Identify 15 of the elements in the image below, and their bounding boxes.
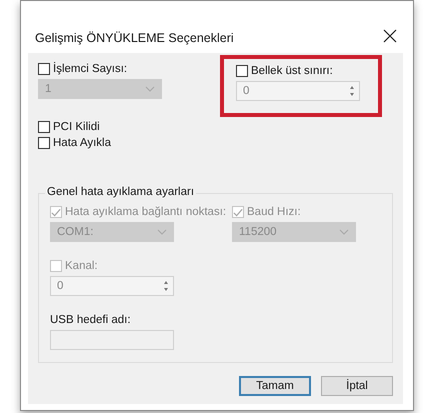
- memory-limit-checkbox[interactable]: Bellek üst sınırı:: [236, 65, 333, 77]
- debug-checkbox[interactable]: Hata Ayıkla: [38, 137, 111, 149]
- window-title: Gelişmiş ÖNYÜKLEME Seçenekleri: [35, 31, 234, 45]
- check-icon: [233, 206, 243, 218]
- pci-lock-checkbox[interactable]: PCI Kilidi: [38, 121, 100, 133]
- close-icon[interactable]: [383, 29, 397, 43]
- chevron-down-icon: [339, 229, 349, 235]
- processor-count-checkbox[interactable]: İşlemci Sayısı:: [38, 63, 128, 75]
- chevron-down-icon: [157, 229, 167, 235]
- dialog-button[interactable]: İptal: [321, 376, 393, 396]
- usb-target-label: USB hedefi adı:: [50, 314, 131, 326]
- check-icon: [51, 206, 61, 218]
- dialog-button[interactable]: Tamam: [239, 376, 311, 396]
- group-title: Genel hata ayıklama ayarları: [45, 186, 196, 198]
- chevron-down-icon: [145, 86, 155, 92]
